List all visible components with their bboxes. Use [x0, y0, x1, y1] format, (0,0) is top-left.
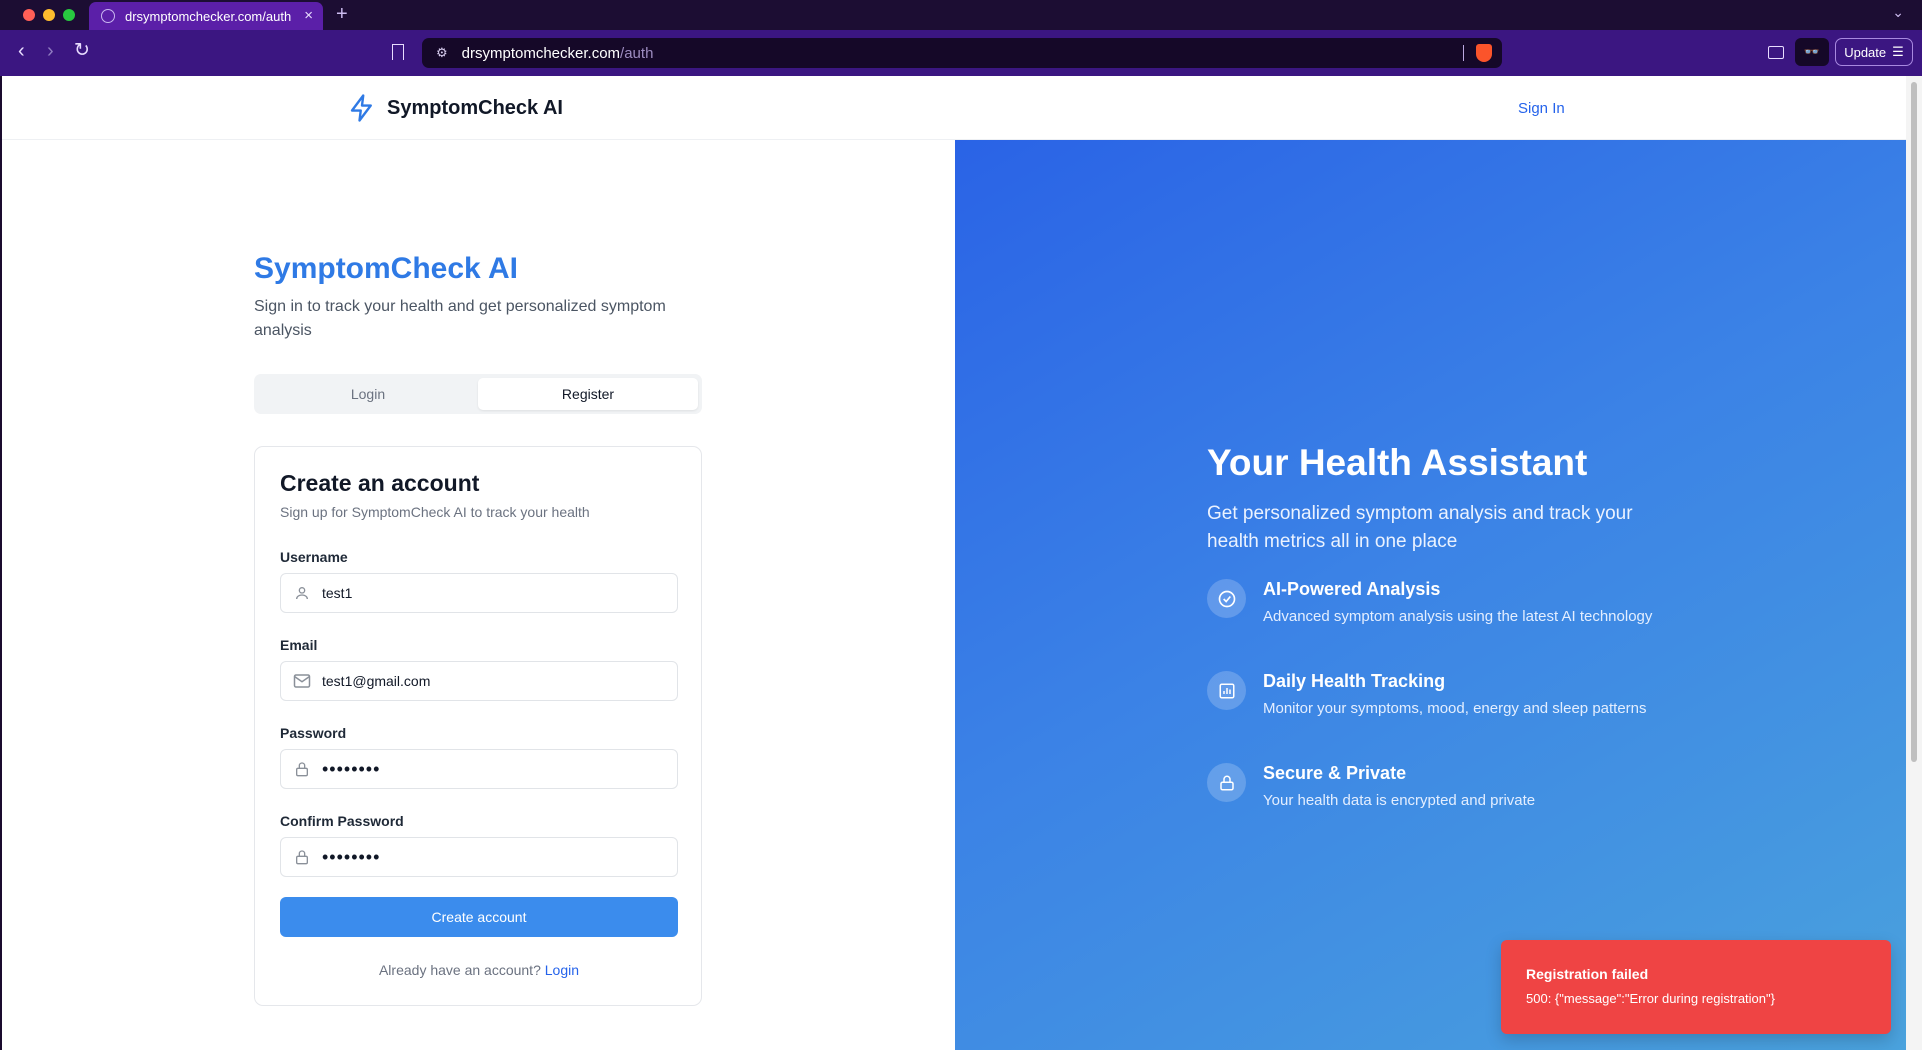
confirm-password-field[interactable]: •••••••• [280, 837, 678, 877]
confirm-password-label: Confirm Password [280, 813, 404, 829]
back-icon[interactable]: ‹ [18, 41, 25, 61]
forward-icon[interactable]: › [47, 41, 54, 61]
tab-login[interactable]: Login [258, 378, 478, 410]
browser-tab-bar: drsymptomchecker.com/auth × + ⌄ [0, 0, 1922, 30]
update-button[interactable]: Update ☰ [1835, 38, 1913, 66]
update-label: Update [1844, 44, 1887, 60]
reload-icon[interactable]: ↻ [74, 41, 90, 61]
tab-register[interactable]: Register [478, 378, 698, 410]
address-bar[interactable]: ⚙ drsymptomchecker.com/auth [422, 38, 1502, 68]
card-subtitle: Sign up for SymptomCheck AI to track you… [280, 504, 590, 520]
username-field[interactable]: test1 [280, 573, 678, 613]
feature-title: Secure & Private [1263, 763, 1407, 783]
switch-to-login: Already have an account? Login [255, 962, 703, 978]
promo-subtitle: Get personalized symptom analysis and tr… [1207, 503, 1633, 552]
email-value: test1@gmail.com [322, 673, 431, 689]
brand-logo[interactable]: SymptomCheck AI [347, 92, 563, 124]
scrollbar-thumb[interactable] [1911, 82, 1917, 762]
site-header: SymptomCheck AI Sign In [2, 76, 1906, 140]
tab-list-chevron-icon[interactable]: ⌄ [1892, 4, 1904, 21]
switch-prompt: Already have an account? [378, 962, 541, 978]
lock-icon [293, 760, 311, 778]
url-host: drsymptomchecker.com [461, 44, 621, 62]
promo-panel: Your Health Assistant Get personalized s… [955, 140, 1906, 1050]
user-icon [293, 584, 311, 602]
login-link[interactable]: Login [545, 962, 579, 978]
web-page: SymptomCheck AI Sign In SymptomCheck AI … [2, 76, 1906, 1050]
bookmark-icon[interactable] [392, 44, 404, 60]
feature-description: Advanced symptom analysis using the late… [1263, 608, 1653, 625]
lightning-icon [350, 94, 372, 122]
password-label: Password [280, 725, 347, 741]
mail-icon [293, 672, 311, 690]
hero-subtitle: Sign in to track your health and get per… [254, 298, 666, 339]
chart-icon [1207, 671, 1246, 710]
auth-panel: SymptomCheck AI Sign in to track your he… [2, 140, 955, 1050]
promo-title: Your Health Assistant [1207, 442, 1588, 483]
browser-tab[interactable]: drsymptomchecker.com/auth × [89, 2, 323, 30]
lock-icon [1207, 763, 1246, 802]
feature-title: Daily Health Tracking [1263, 671, 1446, 691]
create-account-button[interactable]: Create account [280, 897, 678, 937]
close-window-icon[interactable] [23, 9, 35, 21]
username-label: Username [280, 549, 348, 565]
confirm-password-value: •••••••• [322, 846, 381, 867]
brand-name: SymptomCheck AI [387, 96, 563, 119]
password-field[interactable]: •••••••• [280, 749, 678, 789]
feature-title: AI-Powered Analysis [1263, 579, 1441, 599]
brave-shield-icon[interactable] [1476, 44, 1492, 62]
email-label: Email [280, 637, 318, 653]
menu-icon: ☰ [1892, 44, 1904, 59]
register-card: Create an account Sign up for SymptomChe… [254, 446, 702, 1006]
url-divider [1463, 45, 1464, 61]
username-value: test1 [322, 585, 353, 601]
reader-mode-icon[interactable]: 👓 [1795, 38, 1829, 66]
tab-close-icon[interactable]: × [304, 7, 313, 24]
maximize-window-icon[interactable] [63, 9, 75, 21]
browser-tab-title: drsymptomchecker.com/auth [125, 8, 292, 24]
new-tab-icon[interactable]: + [336, 3, 348, 26]
url-path: /auth [620, 44, 654, 62]
email-field[interactable]: test1@gmail.com [280, 661, 678, 701]
minimize-window-icon[interactable] [43, 9, 55, 21]
card-title: Create an account [280, 470, 480, 496]
toast-message: 500: {"message":"Error during registrati… [1526, 991, 1775, 1006]
page-scrollbar[interactable] [1906, 76, 1922, 1050]
hero-title: SymptomCheck AI [254, 252, 518, 285]
check-circle-icon [1207, 579, 1246, 618]
site-settings-icon[interactable]: ⚙ [436, 45, 448, 61]
feature-description: Your health data is encrypted and privat… [1263, 792, 1536, 809]
lock-icon [293, 848, 311, 866]
password-value: •••••••• [322, 758, 381, 779]
globe-icon [101, 9, 115, 23]
toast-title: Registration failed [1526, 966, 1649, 982]
sidebar-toggle-icon[interactable] [1768, 46, 1784, 59]
feature-description: Monitor your symptoms, mood, energy and … [1263, 700, 1647, 717]
browser-toolbar: ‹ › ↻ ⚙ drsymptomchecker.com/auth 👓 Upda… [0, 30, 1922, 76]
sign-in-link[interactable]: Sign In [1518, 100, 1565, 117]
error-toast[interactable]: Registration failed 500: {"message":"Err… [1501, 940, 1891, 1034]
auth-tabs: Login Register [254, 374, 702, 414]
